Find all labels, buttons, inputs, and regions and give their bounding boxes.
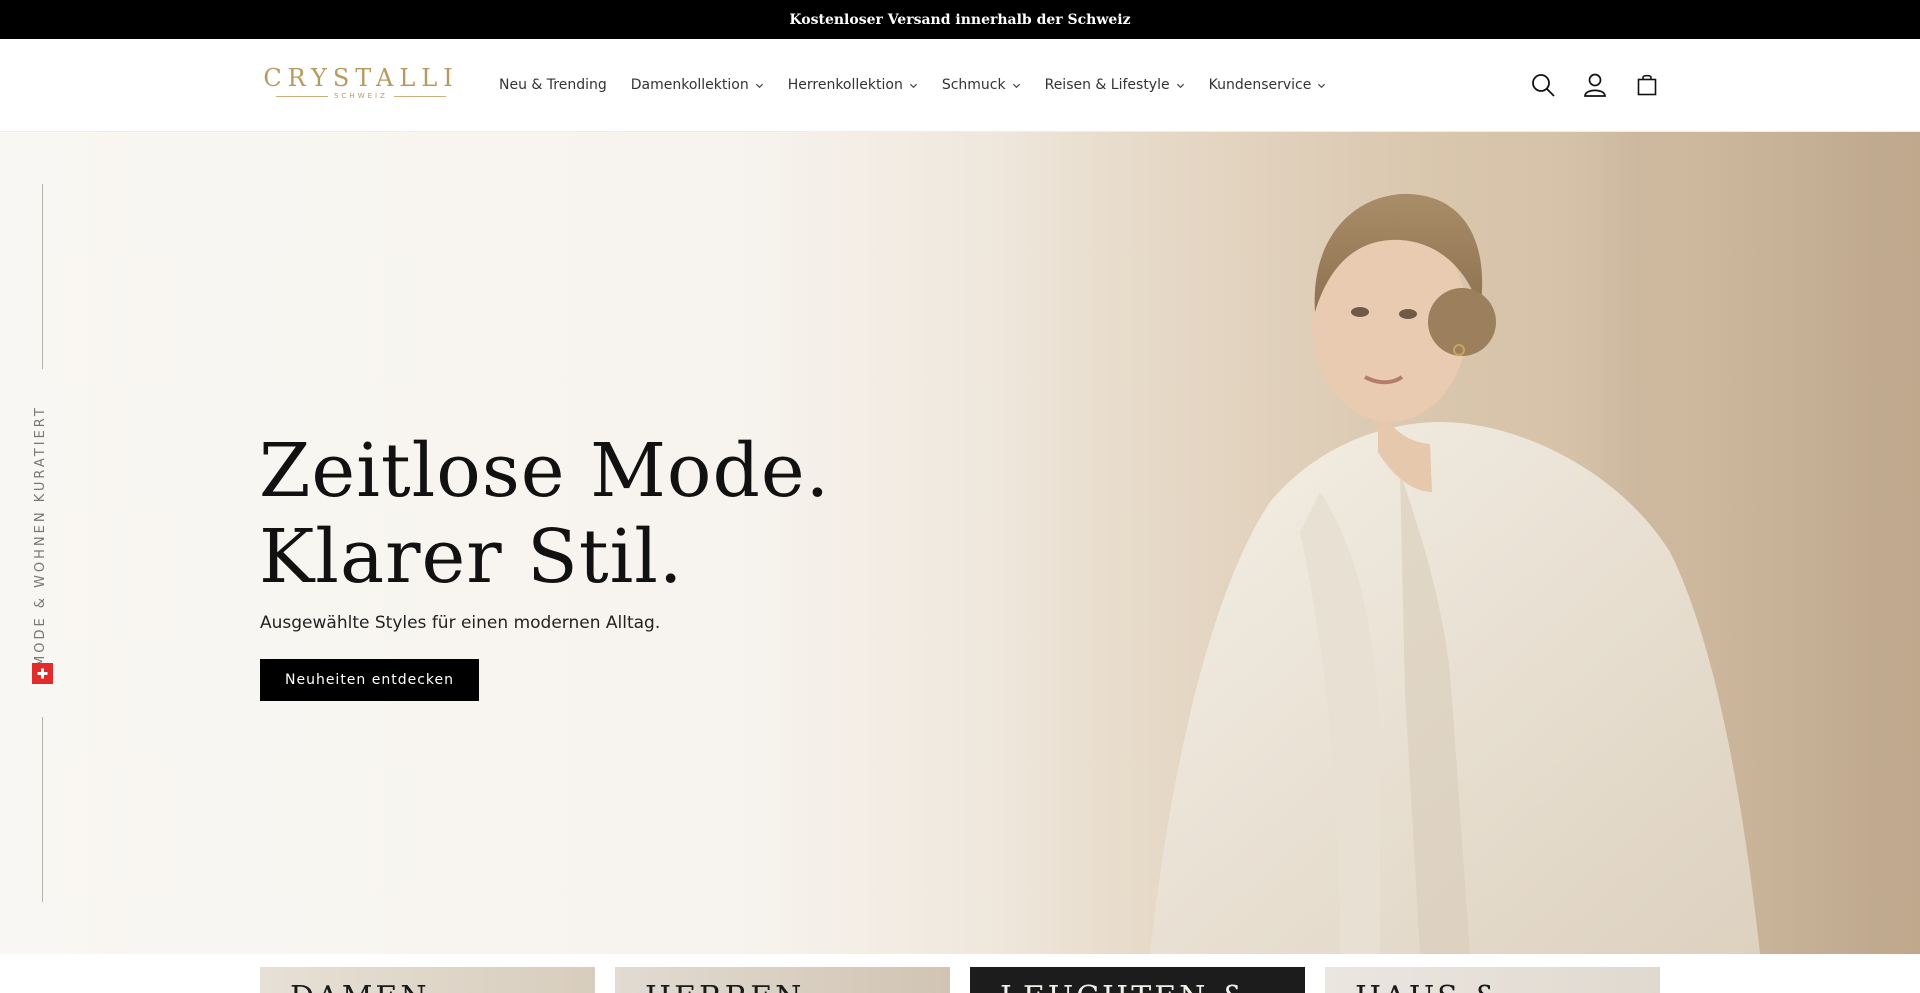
category-card-label: DAMEN: [290, 980, 430, 993]
category-card-haus[interactable]: HAUS &: [1325, 967, 1660, 993]
nav-item-schmuck[interactable]: Schmuck: [942, 77, 1021, 93]
category-card-label: HERREN: [645, 980, 804, 993]
side-divider-bottom: [42, 717, 43, 902]
side-tagline: MODE & WOHNEN KURATIERT: [33, 405, 48, 667]
hero-model-image: [1150, 193, 1760, 954]
site-header: CRYSTALLI SCHWEIZ Neu & Trending Damenko…: [0, 39, 1920, 132]
chevron-down-icon: [1012, 83, 1020, 88]
nav-item-label: Neu & Trending: [499, 77, 607, 93]
brand-sub: SCHWEIZ: [334, 92, 388, 100]
nav-item-label: Reisen & Lifestyle: [1044, 77, 1170, 93]
hero-banner: MODE & WOHNEN KURATIERT Zeitlose Mode. K…: [0, 132, 1920, 954]
brand-name: CRYSTALLI: [263, 64, 459, 92]
category-card-leuchten[interactable]: LEUCHTEN &: [970, 967, 1305, 993]
category-cards: DAMEN HERREN LEUCHTEN & HAUS &: [0, 954, 1920, 993]
category-card-label: HAUS &: [1355, 980, 1503, 993]
nav-item-label: Damenkollektion: [630, 77, 749, 93]
cart-icon[interactable]: [1632, 70, 1662, 100]
swiss-flag-icon: [32, 663, 53, 684]
brand-logo[interactable]: CRYSTALLI SCHWEIZ: [263, 64, 459, 105]
announcement-text: Kostenloser Versand innerhalb der Schwei…: [789, 11, 1131, 28]
side-divider-top: [42, 184, 43, 369]
account-icon[interactable]: [1580, 70, 1610, 100]
chevron-down-icon: [755, 83, 763, 88]
category-card-label: LEUCHTEN &: [1000, 980, 1251, 993]
category-card-herren[interactable]: HERREN: [615, 967, 950, 993]
nav-item-neu-trending[interactable]: Neu & Trending: [499, 77, 607, 93]
discover-new-button[interactable]: Neuheiten entdecken: [260, 659, 479, 701]
header-icons: [1528, 39, 1662, 131]
nav-item-kundenservice[interactable]: Kundenservice: [1209, 77, 1327, 93]
hero-title: Zeitlose Mode. Klarer Stil.: [259, 428, 830, 600]
main-nav: Neu & Trending Damenkollektion Herrenkol…: [499, 39, 1350, 131]
chevron-down-icon: [1176, 83, 1184, 88]
search-icon[interactable]: [1528, 70, 1558, 100]
hero-title-line1: Zeitlose Mode.: [259, 428, 831, 514]
nav-item-reisen-lifestyle[interactable]: Reisen & Lifestyle: [1045, 77, 1185, 93]
hero-subtitle: Ausgewählte Styles für einen modernen Al…: [260, 613, 661, 633]
hero-title-line2: Klarer Stil.: [259, 514, 684, 600]
chevron-down-icon: [1318, 83, 1326, 88]
nav-item-damenkollektion[interactable]: Damenkollektion: [631, 77, 764, 93]
nav-item-herrenkollektion[interactable]: Herrenkollektion: [788, 77, 918, 93]
nav-item-label: Kundenservice: [1208, 77, 1312, 93]
nav-item-label: Schmuck: [941, 77, 1006, 93]
chevron-down-icon: [909, 83, 917, 88]
nav-item-label: Herrenkollektion: [787, 77, 903, 93]
announcement-bar: Kostenloser Versand innerhalb der Schwei…: [0, 0, 1920, 39]
category-card-damen[interactable]: DAMEN: [260, 967, 595, 993]
